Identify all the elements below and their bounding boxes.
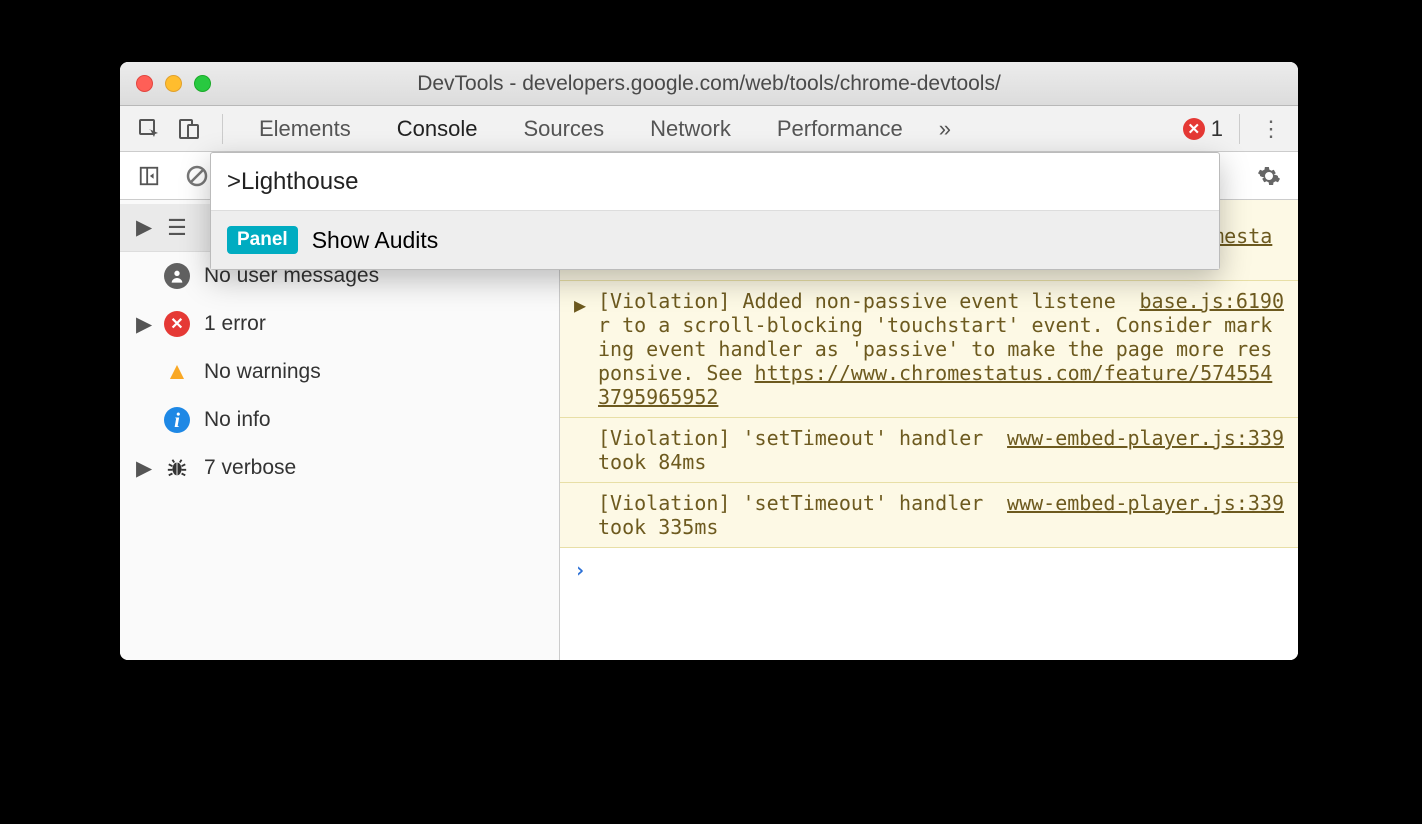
console-message: ▶ base.js:6190 [Violation] Added non-pas… [560,281,1298,418]
close-window-button[interactable] [136,75,153,92]
error-count-badge[interactable]: ✕ 1 [1183,116,1223,142]
tab-console[interactable]: Console [377,106,498,151]
list-icon: ☰ [164,215,190,241]
console-message: www-embed-player.js:339 [Violation] 'set… [560,418,1298,483]
settings-gear-icon[interactable] [1252,159,1286,193]
message-text: [Violation] 'setTimeout' handler took 84… [598,426,983,474]
divider [222,114,223,144]
command-palette: >Lighthouse Panel Show Audits [210,152,1220,270]
tabs-overflow[interactable]: » [929,106,961,151]
sidebar-item-label: No warnings [204,360,321,384]
sidebar-item-errors[interactable]: ▶ ✕ 1 error [120,300,559,348]
command-palette-input[interactable]: >Lighthouse [211,153,1219,211]
sidebar-item-info[interactable]: ▶ i No info [120,396,559,444]
sidebar-item-warnings[interactable]: ▶ ▲ No warnings [120,348,559,396]
error-count: 1 [1211,116,1223,142]
tab-sources[interactable]: Sources [503,106,624,151]
command-palette-result[interactable]: Panel Show Audits [211,211,1219,269]
expand-arrow-icon: ▶ [136,312,150,337]
titlebar: DevTools - developers.google.com/web/too… [120,62,1298,106]
tab-elements[interactable]: Elements [239,106,371,151]
error-icon: ✕ [1183,118,1205,140]
device-toggle-icon[interactable] [172,112,206,146]
message-source-link[interactable]: base.js:6190 [1140,289,1285,313]
panel-badge: Panel [227,226,298,254]
prompt-caret-icon: › [574,558,586,650]
window-title: DevTools - developers.google.com/web/too… [120,72,1298,96]
bug-icon [164,455,190,481]
console-message: www-embed-player.js:339 [Violation] 'set… [560,483,1298,548]
message-source-link[interactable]: www-embed-player.js:339 [1007,491,1284,515]
sidebar-item-verbose[interactable]: ▶ 7 verbose [120,444,559,492]
expand-arrow-icon: ▶ [136,215,150,240]
tab-performance[interactable]: Performance [757,106,923,151]
sidebar-item-label: No info [204,408,271,432]
message-text: [Violation] 'setTimeout' handler took 33… [598,491,983,539]
inspect-element-icon[interactable] [132,112,166,146]
command-palette-result-label: Show Audits [312,227,439,254]
zoom-window-button[interactable] [194,75,211,92]
error-icon: ✕ [164,311,190,337]
devtools-window: DevTools - developers.google.com/web/too… [120,62,1298,660]
minimize-window-button[interactable] [165,75,182,92]
main-tabstrip: Elements Console Sources Network Perform… [120,106,1298,152]
tab-network[interactable]: Network [630,106,751,151]
console-prompt[interactable]: › [560,548,1298,660]
expand-arrow-icon[interactable]: ▶ [574,293,586,317]
command-palette-text: >Lighthouse [227,168,358,196]
expand-arrow-icon: ▶ [136,456,150,481]
traffic-lights [136,75,211,92]
message-source-link[interactable]: www-embed-player.js:339 [1007,426,1284,450]
info-icon: i [164,407,190,433]
sidebar-toggle-icon[interactable] [132,159,166,193]
warning-icon: ▲ [164,359,190,385]
clear-console-icon[interactable] [180,159,214,193]
divider [1239,114,1240,144]
more-menu-icon[interactable]: ⋮ [1256,116,1286,142]
sidebar-item-label: 7 verbose [204,456,296,480]
user-icon [164,263,190,289]
sidebar-item-label: 1 error [204,312,266,336]
